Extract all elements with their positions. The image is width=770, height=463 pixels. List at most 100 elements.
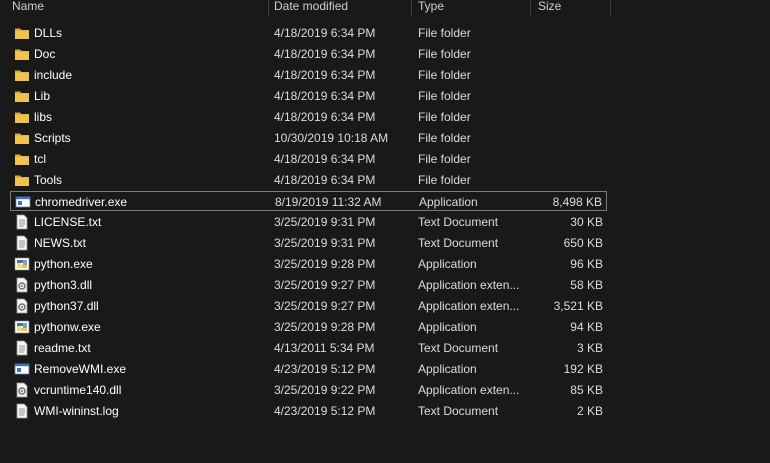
file-size: 650 KB [563,236,603,250]
text-document-icon [14,214,30,230]
file-name: LICENSE.txt [34,215,102,229]
folder-row[interactable]: Lib 4/18/2019 6:34 PM File folder [10,86,607,106]
folder-row[interactable]: include 4/18/2019 6:34 PM File folder [10,65,607,85]
file-date-modified: 3/25/2019 9:22 PM [274,383,376,397]
file-name: Doc [34,47,56,61]
file-row[interactable]: WMI-wininst.log 4/23/2019 5:12 PM Text Doc… [10,401,607,421]
file-date-modified: 4/23/2019 5:12 PM [274,362,376,376]
file-row[interactable]: chromedriver.exe 8/19/2019 11:32 AM Applic… [10,191,607,211]
file-size: 96 KB [570,257,603,271]
python-app-icon [14,319,30,335]
file-type: File folder [418,89,471,103]
file-type: Application [418,257,477,271]
file-date-modified: 4/18/2019 6:34 PM [274,68,376,82]
file-name: python37.dll [34,299,99,313]
file-type: File folder [418,68,471,82]
folder-icon [14,109,30,125]
folder-row[interactable]: tcl 4/18/2019 6:34 PM File folder [10,149,607,169]
file-type: Application exten... [418,278,520,292]
file-date-modified: 3/25/2019 9:31 PM [274,215,376,229]
file-type: File folder [418,131,471,145]
folder-icon [14,130,30,146]
file-date-modified: 3/25/2019 9:28 PM [274,320,376,334]
file-name: Tools [34,173,63,187]
folder-icon [14,67,30,83]
file-name: tcl [34,152,46,166]
file-date-modified: 3/25/2019 9:27 PM [274,278,376,292]
column-header-name[interactable]: Name [6,0,268,17]
file-name: chromedriver.exe [35,195,128,209]
file-row[interactable]: LICENSE.txt 3/25/2019 9:31 PM Text Documen… [10,212,607,232]
folder-icon [14,88,30,104]
file-row[interactable]: python3.dll 3/25/2019 9:27 PM Application … [10,275,607,295]
file-type: Application [418,320,477,334]
file-size: 3 KB [576,341,603,355]
file-explorer: Name Date modified Type Size DLLs 4/18/20… [0,0,770,463]
column-divider[interactable] [530,0,531,17]
text-document-icon [14,235,30,251]
file-size: 58 KB [570,278,603,292]
file-type: Text Document [418,404,499,418]
file-size: 85 KB [570,383,603,397]
file-date-modified: 3/25/2019 9:27 PM [274,299,376,313]
file-name: DLLs [34,26,63,40]
dll-gear-icon [14,298,30,314]
file-size: 94 KB [570,320,603,334]
column-header-size[interactable]: Size [532,0,610,17]
python-app-icon [14,256,30,272]
folder-row[interactable]: Tools 4/18/2019 6:34 PM File folder [10,170,607,190]
file-size: 192 KB [563,362,603,376]
file-type: Application exten... [418,383,520,397]
folder-icon [14,172,30,188]
application-window-icon [14,361,30,377]
file-type: File folder [418,152,471,166]
file-date-modified: 4/23/2019 5:12 PM [274,404,376,418]
file-row[interactable]: RemoveWMI.exe 4/23/2019 5:12 PM Applicatio… [10,359,607,379]
file-date-modified: 4/18/2019 6:34 PM [274,47,376,61]
file-type: File folder [418,47,471,61]
dll-gear-icon [14,382,30,398]
file-type: Application [418,362,477,376]
folder-row[interactable]: Doc 4/18/2019 6:34 PM File folder [10,44,607,64]
folder-icon [14,151,30,167]
file-date-modified: 8/19/2019 11:32 AM [275,195,382,209]
file-name: Lib [34,89,51,103]
file-name: RemoveWMI.exe [34,362,127,376]
file-date-modified: 4/18/2019 6:34 PM [274,89,376,103]
file-type: Text Document [418,341,499,355]
file-row[interactable]: python37.dll 3/25/2019 9:27 PM Application… [10,296,607,316]
folder-row[interactable]: Scripts 10/30/2019 10:18 AM File folder [10,128,607,148]
file-date-modified: 3/25/2019 9:31 PM [274,236,376,250]
folder-row[interactable]: libs 4/18/2019 6:34 PM File folder [10,107,607,127]
file-name: pythonw.exe [34,320,101,334]
file-type: File folder [418,26,471,40]
file-row[interactable]: readme.txt 4/13/2011 5:34 PM Text Document… [10,338,607,358]
file-name: readme.txt [34,341,91,355]
file-row[interactable]: vcruntime140.dll 3/25/2019 9:22 PM Applica… [10,380,607,400]
application-window-icon [15,194,31,210]
file-type: File folder [418,173,471,187]
file-name: libs [34,110,53,124]
file-name: python.exe [34,257,93,271]
file-size: 3,521 KB [553,299,603,313]
file-size: 2 KB [576,404,603,418]
file-date-modified: 4/18/2019 6:34 PM [274,26,376,40]
folder-row[interactable]: DLLs 4/18/2019 6:34 PM File folder [10,23,607,43]
file-name: Scripts [34,131,71,145]
file-date-modified: 4/18/2019 6:34 PM [274,110,376,124]
file-name: WMI-wininst.log [34,404,119,418]
file-name: vcruntime140.dll [34,383,122,397]
column-header-type[interactable]: Type [412,0,530,17]
file-date-modified: 10/30/2019 10:18 AM [274,131,389,145]
file-date-modified: 4/18/2019 6:34 PM [274,173,376,187]
file-row[interactable]: pythonw.exe 3/25/2019 9:28 PM Application 9… [10,317,607,337]
file-name: NEWS.txt [34,236,87,250]
column-header-bar: Name Date modified Type Size [0,0,770,17]
folder-icon [14,46,30,62]
file-row[interactable]: python.exe 3/25/2019 9:28 PM Application 96… [10,254,607,274]
column-header-date-modified[interactable]: Date modified [268,0,411,17]
file-type: Text Document [418,215,499,229]
column-divider[interactable] [610,0,611,17]
file-row[interactable]: NEWS.txt 3/25/2019 9:31 PM Text Document 65… [10,233,607,253]
file-name: include [34,68,73,82]
